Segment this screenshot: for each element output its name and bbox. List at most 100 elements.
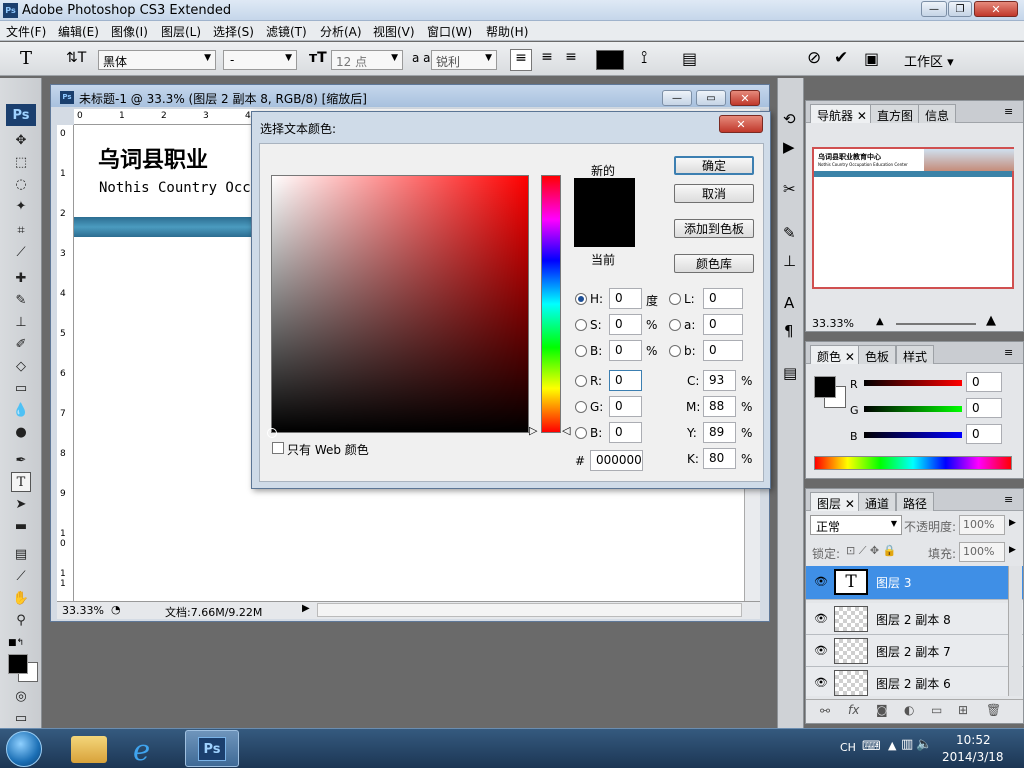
slider-b-value[interactable]: 0 bbox=[966, 424, 1002, 444]
tab-paths[interactable]: 路径 bbox=[896, 492, 935, 511]
slice-tool-icon[interactable]: ⟋ bbox=[11, 242, 31, 262]
font-size-select[interactable]: 12 点 ▼ bbox=[331, 50, 403, 70]
eye-icon[interactable]: 👁 bbox=[814, 644, 828, 657]
color-ramp[interactable] bbox=[814, 456, 1012, 470]
photoshop-taskbar-button[interactable]: Ps bbox=[185, 730, 239, 767]
slider-b-track[interactable] bbox=[864, 432, 962, 438]
notes-tool-icon[interactable]: ▤ bbox=[11, 544, 31, 564]
radio-h[interactable] bbox=[575, 293, 587, 305]
menu-file[interactable]: 文件(F) bbox=[6, 23, 46, 40]
field-r[interactable]: 0 bbox=[609, 370, 642, 391]
fill-arrow-icon[interactable]: ▶ bbox=[1009, 545, 1016, 555]
hue-slider[interactable] bbox=[541, 175, 561, 433]
field-lab-b[interactable]: 0 bbox=[703, 340, 743, 361]
quick-mask-icon[interactable]: ◎ bbox=[11, 686, 31, 706]
radio-s[interactable] bbox=[575, 319, 587, 331]
web-only-checkbox[interactable] bbox=[272, 442, 284, 454]
tab-navigator[interactable]: 导航器 ✕ bbox=[810, 104, 874, 123]
eye-icon[interactable]: 👁 bbox=[814, 612, 828, 625]
field-b[interactable]: 0 bbox=[609, 340, 642, 361]
field-h[interactable]: 0 bbox=[609, 288, 642, 309]
field-m[interactable]: 88 bbox=[703, 396, 736, 417]
default-colors-icon[interactable]: ■↰ bbox=[8, 638, 24, 648]
blend-mode-select[interactable]: 正常 ▼ bbox=[810, 515, 902, 535]
explorer-taskbar-icon[interactable] bbox=[71, 736, 107, 763]
radio-rgb-b[interactable] bbox=[575, 427, 587, 439]
saturation-brightness-field[interactable] bbox=[271, 175, 529, 433]
navigator-preview[interactable]: 乌词县职业教育中心 Nothis Country Occupation Educ… bbox=[812, 147, 1014, 289]
status-arrow-icon[interactable]: ▶ bbox=[302, 603, 310, 614]
opacity-arrow-icon[interactable]: ▶ bbox=[1009, 518, 1016, 528]
font-family-select[interactable]: 黑体 ▼ bbox=[98, 50, 216, 70]
history-panel-icon[interactable]: ⟲ bbox=[783, 110, 796, 128]
navigator-zoom-slider[interactable] bbox=[896, 323, 976, 325]
language-indicator[interactable]: CH bbox=[840, 741, 856, 754]
restore-button[interactable]: ❐ bbox=[948, 1, 972, 17]
healing-brush-icon[interactable]: ✚ bbox=[11, 268, 31, 288]
eye-icon[interactable]: 👁 bbox=[814, 575, 828, 588]
tab-layers[interactable]: 图层 ✕ bbox=[810, 492, 862, 511]
add-mask-icon[interactable]: ◙ bbox=[876, 703, 888, 717]
brushes-panel-icon[interactable]: ✎ bbox=[783, 224, 796, 242]
clock-date[interactable]: 2014/3/18 bbox=[942, 750, 1004, 764]
magic-wand-icon[interactable]: ✦ bbox=[11, 196, 31, 216]
text-orientation-icon[interactable]: ⇅T bbox=[66, 50, 86, 66]
doc-maximize-button[interactable]: ▭ bbox=[696, 90, 726, 106]
menu-image[interactable]: 图像(I) bbox=[111, 23, 148, 40]
font-style-select[interactable]: - ▼ bbox=[223, 50, 297, 70]
menu-analysis[interactable]: 分析(A) bbox=[320, 23, 362, 40]
radio-a[interactable] bbox=[669, 319, 681, 331]
panel-fg-color-swatch[interactable] bbox=[814, 376, 836, 398]
radio-b[interactable] bbox=[575, 345, 587, 357]
slider-r-value[interactable]: 0 bbox=[966, 372, 1002, 392]
align-right-button[interactable]: ≡ bbox=[560, 49, 582, 71]
ok-button[interactable]: 确定 bbox=[674, 156, 754, 175]
tab-styles[interactable]: 样式 bbox=[896, 345, 935, 364]
lock-icons[interactable]: ⊡ ⟋ ✥ 🔒 bbox=[846, 544, 896, 558]
opacity-field[interactable]: 100% bbox=[959, 515, 1005, 535]
tray-arrow-icon[interactable]: ▲ bbox=[888, 739, 896, 752]
slider-g-track[interactable] bbox=[864, 406, 962, 412]
dialog-close-button[interactable]: ✕ bbox=[719, 115, 763, 133]
path-select-icon[interactable]: ➤ bbox=[11, 494, 31, 514]
eye-icon[interactable]: 👁 bbox=[814, 676, 828, 689]
align-center-button[interactable]: ≡ bbox=[536, 49, 558, 71]
field-a[interactable]: 0 bbox=[703, 314, 743, 335]
doc-close-button[interactable]: ✕ bbox=[730, 90, 760, 106]
zoom-level[interactable]: 33.33% bbox=[62, 604, 104, 617]
radio-r[interactable] bbox=[575, 375, 587, 387]
menu-view[interactable]: 视图(V) bbox=[373, 23, 415, 40]
text-color-swatch[interactable] bbox=[596, 50, 624, 70]
blur-tool-icon[interactable]: 💧 bbox=[11, 400, 31, 420]
volume-icon[interactable]: 🔈 bbox=[916, 737, 932, 752]
fx-icon[interactable]: fx bbox=[848, 703, 859, 717]
menu-filter[interactable]: 滤镜(T) bbox=[266, 23, 307, 40]
trash-icon[interactable]: 🗑 bbox=[986, 703, 1001, 717]
doc-minimize-button[interactable]: — bbox=[662, 90, 692, 106]
antialias-select[interactable]: 锐利 ▼ bbox=[431, 50, 497, 70]
add-to-swatches-button[interactable]: 添加到色板 bbox=[674, 219, 754, 238]
menu-help[interactable]: 帮助(H) bbox=[486, 23, 528, 40]
status-menu-icon[interactable]: ◔ bbox=[111, 603, 121, 616]
radio-l[interactable] bbox=[669, 293, 681, 305]
workspace-menu[interactable]: 工作区 ▾ bbox=[904, 51, 954, 70]
tab-swatches[interactable]: 色板 bbox=[858, 345, 897, 364]
shape-tool-icon[interactable]: ▬ bbox=[11, 516, 31, 536]
field-g[interactable]: 0 bbox=[609, 396, 642, 417]
new-group-icon[interactable]: ▭ bbox=[931, 703, 942, 717]
type-tool-button-icon[interactable]: T bbox=[11, 472, 31, 492]
layer-row[interactable]: 👁 图层 2 副本 6 bbox=[806, 667, 1023, 696]
lasso-tool-icon[interactable]: ◌ bbox=[11, 174, 31, 194]
zoom-in-icon[interactable]: ▲ bbox=[986, 313, 996, 328]
menu-window[interactable]: 窗口(W) bbox=[427, 23, 472, 40]
zoom-out-icon[interactable]: ▲ bbox=[876, 316, 884, 327]
character-panel-icon[interactable]: ▤ bbox=[682, 49, 697, 68]
foreground-color-swatch[interactable] bbox=[8, 654, 28, 674]
field-s[interactable]: 0 bbox=[609, 314, 642, 335]
network-icon[interactable]: ▥ bbox=[901, 737, 913, 752]
ie-taskbar-icon[interactable]: e bbox=[133, 733, 150, 767]
commit-edit-icon[interactable]: ✔ bbox=[834, 48, 848, 68]
tool-presets-icon[interactable]: ✂ bbox=[783, 180, 796, 198]
paragraph-icon[interactable]: ¶ bbox=[784, 322, 794, 340]
dodge-tool-icon[interactable]: ● bbox=[11, 422, 31, 442]
